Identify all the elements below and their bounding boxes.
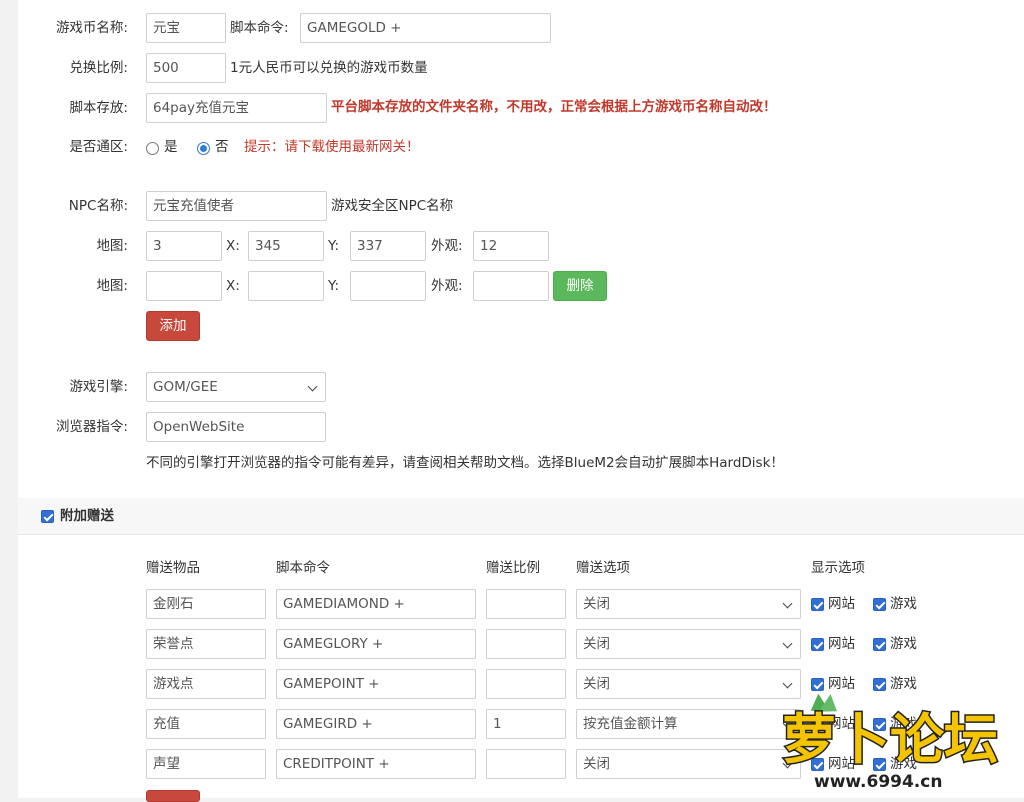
y-label: Y:: [328, 238, 340, 254]
bonus-option-value: 关闭: [583, 676, 610, 692]
x-input[interactable]: [248, 271, 324, 301]
currency-name-input[interactable]: 元宝: [146, 13, 226, 43]
bonus-ratio-input[interactable]: [486, 669, 566, 699]
engine-label: 游戏引擎:: [69, 379, 128, 395]
bonus-option-select[interactable]: 关闭: [576, 669, 801, 699]
header-option: 赠送选项: [576, 560, 630, 576]
radio-no[interactable]: [197, 142, 210, 155]
look-input[interactable]: [473, 271, 549, 301]
bonus-ratio-input[interactable]: 1: [486, 709, 566, 739]
bonus-section-bar: 附加赠送: [18, 498, 1024, 535]
add-map-button[interactable]: 添加: [146, 311, 200, 341]
x-label: X:: [226, 238, 240, 254]
header-item: 赠送物品: [146, 560, 200, 576]
bonus-checkbox[interactable]: [41, 510, 54, 523]
radio-yes-label: 是: [164, 139, 178, 155]
bonus-option-value: 按充值金额计算: [583, 716, 678, 732]
display-game-checkbox[interactable]: [873, 678, 886, 691]
header-display: 显示选项: [811, 560, 865, 576]
watermark-site: www.6994.cn: [814, 772, 942, 792]
npc-name-hint: 游戏安全区NPC名称: [331, 198, 454, 214]
header-ratio: 赠送比例: [486, 560, 540, 576]
universal-zone-label: 是否通区:: [69, 139, 128, 155]
script-folder-input[interactable]: 64pay充值元宝: [146, 93, 327, 123]
bonus-ratio-input[interactable]: [486, 749, 566, 779]
bonus-item-input[interactable]: 充值: [146, 709, 266, 739]
bonus-option-select[interactable]: 关闭: [576, 629, 801, 659]
display-game-label: 游戏: [890, 636, 917, 652]
site-watermark-logo: 萝卜论坛 www.6994.cn: [781, 694, 1000, 794]
map-label: 地图:: [96, 238, 128, 254]
bonus-option-select[interactable]: 按充值金额计算: [576, 709, 801, 739]
bonus-item-input[interactable]: 金刚石: [146, 589, 266, 619]
exchange-rate-hint: 1元人民币可以兑换的游戏币数量: [230, 60, 428, 76]
map-label: 地图:: [96, 278, 128, 294]
bonus-ratio-input[interactable]: [486, 629, 566, 659]
map-input[interactable]: 3: [146, 231, 222, 261]
bonus-item-input[interactable]: 荣誉点: [146, 629, 266, 659]
browser-cmd-input[interactable]: OpenWebSite: [146, 412, 326, 442]
radio-no-label: 否: [215, 139, 229, 155]
display-site-label: 网站: [828, 596, 855, 612]
bonus-script-input[interactable]: GAMEGLORY +: [276, 629, 476, 659]
x-input[interactable]: 345: [248, 231, 324, 261]
x-label: X:: [226, 278, 240, 294]
engine-select-value: GOM/GEE: [153, 379, 218, 395]
bonus-script-input[interactable]: CREDITPOINT +: [276, 749, 476, 779]
radio-yes[interactable]: [146, 142, 159, 155]
display-game-checkbox[interactable]: [873, 638, 886, 651]
bonus-option-value: 关闭: [583, 636, 610, 652]
display-site-label: 网站: [828, 636, 855, 652]
look-input[interactable]: 12: [473, 231, 549, 261]
bonus-script-input[interactable]: GAMEPOINT +: [276, 669, 476, 699]
bonus-ratio-input[interactable]: [486, 589, 566, 619]
bonus-option-value: 关闭: [583, 596, 610, 612]
header-script: 脚本命令: [276, 560, 330, 576]
display-game-label: 游戏: [890, 596, 917, 612]
map-input[interactable]: [146, 271, 222, 301]
browser-cmd-note: 不同的引擎打开浏览器的指令可能有差异，请查阅相关帮助文档。选择BlueM2会自动…: [146, 455, 784, 471]
bonus-option-value: 关闭: [583, 756, 610, 772]
bonus-item-input[interactable]: 声望: [146, 749, 266, 779]
settings-panel: 游戏币名称: 元宝 脚本命令: GAMEGOLD + 兑换比例: 500 1元人…: [18, 0, 1024, 802]
script-folder-warning: 平台脚本存放的文件夹名称，不用改，正常会根据上方游戏币名称自动改！: [331, 99, 777, 115]
npc-name-label: NPC名称:: [68, 198, 128, 214]
bonus-script-input[interactable]: GAMEDIAMOND +: [276, 589, 476, 619]
script-cmd-input[interactable]: GAMEGOLD +: [300, 13, 551, 43]
bonus-option-select[interactable]: 关闭: [576, 749, 801, 779]
exchange-rate-label: 兑换比例:: [69, 60, 128, 76]
currency-name-label: 游戏币名称:: [55, 20, 128, 36]
exchange-rate-input[interactable]: 500: [146, 53, 226, 83]
watermark-brand: 萝卜论坛: [782, 708, 998, 771]
script-folder-label: 脚本存放:: [69, 100, 128, 116]
display-site-checkbox[interactable]: [811, 678, 824, 691]
y-input[interactable]: [350, 271, 426, 301]
gateway-tip: 提示：请下载使用最新网关！: [244, 139, 420, 155]
bonus-item-input[interactable]: 游戏点: [146, 669, 266, 699]
look-label: 外观:: [431, 238, 463, 254]
display-site-checkbox[interactable]: [811, 638, 824, 651]
browser-cmd-label: 浏览器指令:: [55, 419, 128, 435]
y-input[interactable]: 337: [350, 231, 426, 261]
look-label: 外观:: [431, 278, 463, 294]
y-label: Y:: [328, 278, 340, 294]
add-bonus-button[interactable]: [146, 790, 200, 802]
display-game-checkbox[interactable]: [873, 598, 886, 611]
bonus-title: 附加赠送: [60, 508, 114, 524]
bonus-script-input[interactable]: GAMEGIRD +: [276, 709, 476, 739]
engine-select[interactable]: GOM/GEE: [146, 372, 326, 402]
script-cmd-label: 脚本命令:: [230, 20, 289, 36]
display-site-checkbox[interactable]: [811, 598, 824, 611]
npc-name-input[interactable]: 元宝充值使者: [146, 191, 327, 221]
bonus-option-select[interactable]: 关闭: [576, 589, 801, 619]
delete-button[interactable]: 删除: [553, 271, 607, 301]
